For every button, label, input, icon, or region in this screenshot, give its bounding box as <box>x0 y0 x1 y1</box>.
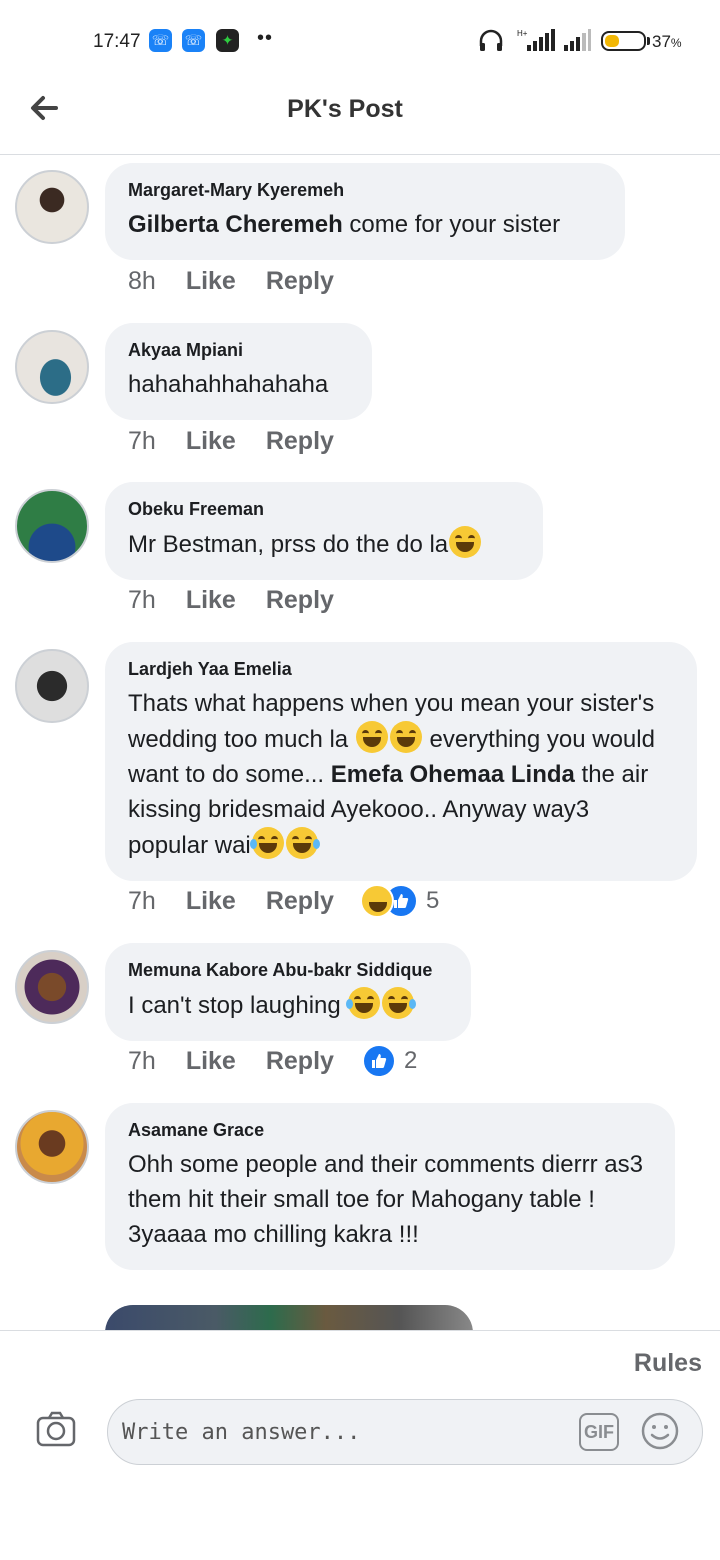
comment-text: hahahahhahahaha <box>128 371 329 398</box>
avatar[interactable] <box>15 330 89 404</box>
comment-actions: 7h Like Reply <box>128 887 334 916</box>
comment-bubble[interactable]: Lardjeh Yaa Emelia Thats what happens wh… <box>105 642 697 881</box>
app-notification-icon: ✦ <box>216 29 239 52</box>
like-button[interactable]: Like <box>186 267 236 295</box>
smiley-icon[interactable] <box>641 1412 679 1450</box>
reply-button[interactable]: Reply <box>266 427 334 455</box>
status-bar: 17:47 ☏ ☏ ✦ •• H+ 37% <box>0 0 720 80</box>
avatar[interactable] <box>15 170 89 244</box>
rofl-emoji-icon <box>355 721 388 753</box>
battery-percent: 37% <box>652 32 682 51</box>
comment-author[interactable]: Asamane Grace <box>128 1120 651 1141</box>
reply-button[interactable]: Reply <box>266 1047 334 1075</box>
reply-button[interactable]: Reply <box>266 586 334 614</box>
top-app-bar: PK's Post <box>0 80 720 155</box>
tears-of-joy-emoji-icon <box>285 827 320 859</box>
comment-attachment-image[interactable] <box>105 1305 473 1330</box>
comment-time[interactable]: 8h <box>128 267 156 295</box>
rules-link[interactable]: Rules <box>634 1349 702 1378</box>
mention-link[interactable]: Emefa Ohemaa Linda <box>331 761 575 788</box>
comment-actions: 7h Like Reply <box>128 586 334 615</box>
comment-time[interactable]: 7h <box>128 1047 156 1075</box>
comment-bubble[interactable]: Obeku Freeman Mr Bestman, prss do the do… <box>105 482 543 580</box>
battery-level <box>605 35 619 47</box>
comment-input[interactable] <box>122 1412 562 1452</box>
gif-button[interactable]: GIF <box>579 1413 619 1451</box>
comment-author[interactable]: Lardjeh Yaa Emelia <box>128 659 673 680</box>
comment-text: Ohh some people and their comments dierr… <box>128 1151 643 1213</box>
comment-time[interactable]: 7h <box>128 586 156 614</box>
viber-notification-icon: ☏ <box>149 29 172 52</box>
comments-list[interactable]: Margaret-Mary Kyeremeh Gilberta Cheremeh… <box>0 155 720 1330</box>
like-button[interactable]: Like <box>186 427 236 455</box>
comment-composer: Rules GIF <box>0 1330 720 1560</box>
tears-of-joy-emoji-icon <box>382 987 417 1019</box>
reaction-summary[interactable]: 5 <box>360 884 439 918</box>
avatar[interactable] <box>15 649 89 723</box>
comment-author[interactable]: Memuna Kabore Abu-bakr Siddique <box>128 960 447 981</box>
cell-signal-1-icon: H+ <box>517 29 555 51</box>
comment-actions: 7h Like Reply <box>128 427 334 456</box>
battery-nub <box>647 37 650 45</box>
haha-reaction-icon <box>360 884 394 918</box>
comment-bubble[interactable]: Akyaa Mpiani hahahahhahahaha <box>105 323 372 420</box>
reaction-count: 2 <box>404 1047 418 1074</box>
like-button[interactable]: Like <box>186 586 236 614</box>
comment-input-container: GIF <box>107 1399 703 1465</box>
comment-author[interactable]: Obeku Freeman <box>128 499 519 520</box>
reaction-count: 5 <box>426 887 440 914</box>
comment-actions: 8h Like Reply <box>128 267 334 296</box>
avatar[interactable] <box>15 1110 89 1184</box>
battery-icon <box>601 31 646 51</box>
cell-signal-2-icon <box>564 29 591 51</box>
like-button[interactable]: Like <box>186 1047 236 1075</box>
like-button[interactable]: Like <box>186 887 236 915</box>
reply-button[interactable]: Reply <box>266 267 334 295</box>
more-notifications-icon: •• <box>257 27 274 49</box>
comment-time[interactable]: 7h <box>128 427 156 455</box>
headphones-icon <box>479 29 503 51</box>
comment-text-line: 3yaaaa mo chilling kakra !!! <box>128 1221 419 1248</box>
comment-text: Mr Bestman, prss do the do la <box>128 526 519 562</box>
viber-notification-icon-2: ☏ <box>182 29 205 52</box>
network-type: H+ <box>517 29 528 38</box>
rofl-emoji-icon <box>389 721 422 753</box>
comment-time[interactable]: 7h <box>128 887 156 915</box>
comment-bubble[interactable]: Asamane Grace Ohh some people and their … <box>105 1103 675 1270</box>
mention-link[interactable]: Gilberta Cheremeh <box>128 211 343 238</box>
comment-bubble[interactable]: Margaret-Mary Kyeremeh Gilberta Cheremeh… <box>105 163 625 260</box>
camera-icon[interactable] <box>36 1411 76 1447</box>
tears-of-joy-emoji-icon <box>249 827 284 859</box>
comment-text: Gilberta Cheremeh come for your sister <box>128 211 561 238</box>
status-time: 17:47 <box>93 31 141 52</box>
like-reaction-icon <box>362 1044 396 1078</box>
avatar[interactable] <box>15 489 89 563</box>
page-title: PK's Post <box>287 95 403 123</box>
tears-of-joy-emoji-icon <box>346 987 381 1019</box>
rofl-emoji-icon <box>449 526 482 558</box>
reply-button[interactable]: Reply <box>266 887 334 915</box>
comment-text: I can't stop laughing <box>128 987 447 1023</box>
comment-text: Thats what happens when you mean your si… <box>128 690 655 859</box>
comment-bubble[interactable]: Memuna Kabore Abu-bakr Siddique I can't … <box>105 943 471 1041</box>
comment-author[interactable]: Margaret-Mary Kyeremeh <box>128 180 601 201</box>
reaction-summary[interactable]: 2 <box>362 1044 417 1078</box>
comment-author[interactable]: Akyaa Mpiani <box>128 340 348 361</box>
comment-actions: 7h Like Reply <box>128 1047 334 1076</box>
avatar[interactable] <box>15 950 89 1024</box>
